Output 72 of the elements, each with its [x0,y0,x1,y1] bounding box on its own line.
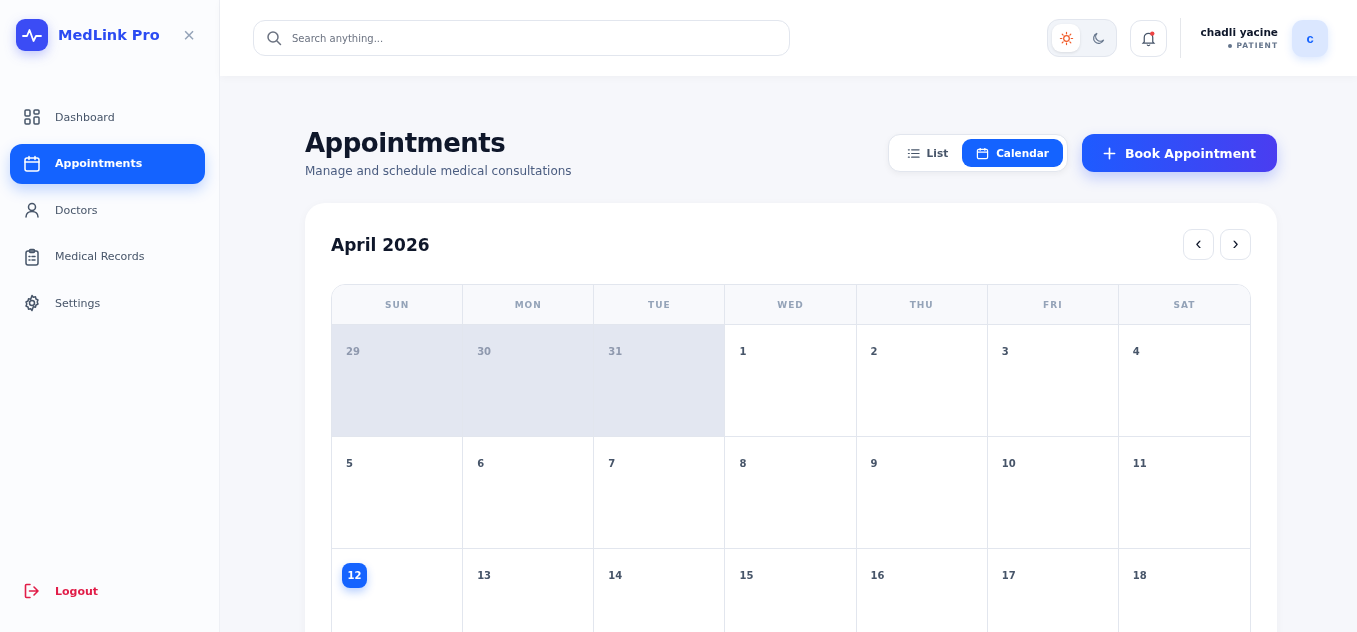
weekday-header: SAT [1118,285,1250,325]
calendar-icon [976,146,990,160]
settings-icon [23,294,41,312]
light-mode-button[interactable] [1052,24,1081,52]
day-number: 6 [477,458,485,469]
weekday-header: FRI [987,285,1119,325]
nav-item[interactable]: Doctors [10,190,205,230]
user-icon [23,201,41,219]
weekday-header: THU [856,285,988,325]
day-number: 1 [739,346,747,357]
nav-item[interactable]: Dashboard [10,97,205,137]
day-number: 31 [608,346,623,357]
day-cell[interactable]: 3 [987,325,1119,437]
day-number: 3 [1001,346,1009,357]
view-tab[interactable]: Calendar [962,139,1063,167]
day-cell[interactable]: 1 [725,325,857,437]
day-number: 5 [346,458,353,469]
user-name: chadli yacine [1200,26,1278,38]
day-cell[interactable]: 10 [987,437,1119,549]
day-number: 10 [1001,458,1016,469]
logout-link[interactable]: Logout [10,582,205,600]
month-title: April 2026 [331,234,430,255]
search-icon [266,30,282,46]
day-number: 11 [1132,458,1147,469]
day-cell[interactable]: 2 [856,325,988,437]
day-number: 2 [870,346,878,357]
day-cell[interactable]: 7 [594,437,726,549]
previous-month-button[interactable]: ‹ [1183,229,1214,260]
nav-item[interactable]: Settings [10,283,205,323]
list-icon [906,146,920,160]
brand-name: MedLink Pro [58,27,161,43]
day-number: 29 [346,346,360,357]
day-cell[interactable]: 9 [856,437,988,549]
search-field[interactable]: Search anything... [253,20,790,56]
today-badge: 12 [342,563,367,588]
day-number: 13 [477,570,492,581]
nav-item[interactable]: Appointments [10,143,205,184]
day-number: 30 [477,346,492,357]
day-number: 16 [870,570,885,581]
day-number: 9 [870,458,878,469]
pulse-logo-icon [16,19,48,51]
nav-item[interactable]: Medical Records [10,236,205,277]
weekday-header: MON [463,285,595,325]
day-number: 17 [1001,570,1016,581]
calendar-icon [23,154,41,173]
avatar-button[interactable]: c [1292,19,1328,57]
day-cell[interactable]: 6 [463,437,595,549]
notifications-button[interactable] [1130,19,1168,57]
weekday-header: SUN [332,285,464,325]
page-subtitle: Manage and schedule medical consultations [305,164,573,178]
sun-icon [1059,30,1074,46]
day-number: 7 [608,458,616,469]
book-appointment-button[interactable]: Book Appointment [1081,134,1277,172]
moon-icon [1091,30,1106,46]
day-number: 4 [1132,346,1140,357]
day-number: 15 [739,570,754,581]
day-cell[interactable]: 5 [332,437,464,549]
logout-icon [23,582,41,600]
weekday-header: TUE [594,285,726,325]
next-month-button[interactable]: › [1220,229,1251,260]
bell-icon [1140,29,1158,47]
grid-icon [23,108,41,126]
page-title: Appointments [305,128,507,158]
clipboard-icon [23,247,41,266]
status-dot-icon [1227,43,1232,48]
weekday-header: WED [725,285,857,325]
day-number: 14 [608,570,623,581]
plus-icon [1102,146,1116,160]
day-number: 18 [1132,570,1147,581]
day-cell[interactable]: 8 [725,437,857,549]
day-number: 8 [739,458,747,469]
view-tab[interactable]: List [892,139,963,167]
